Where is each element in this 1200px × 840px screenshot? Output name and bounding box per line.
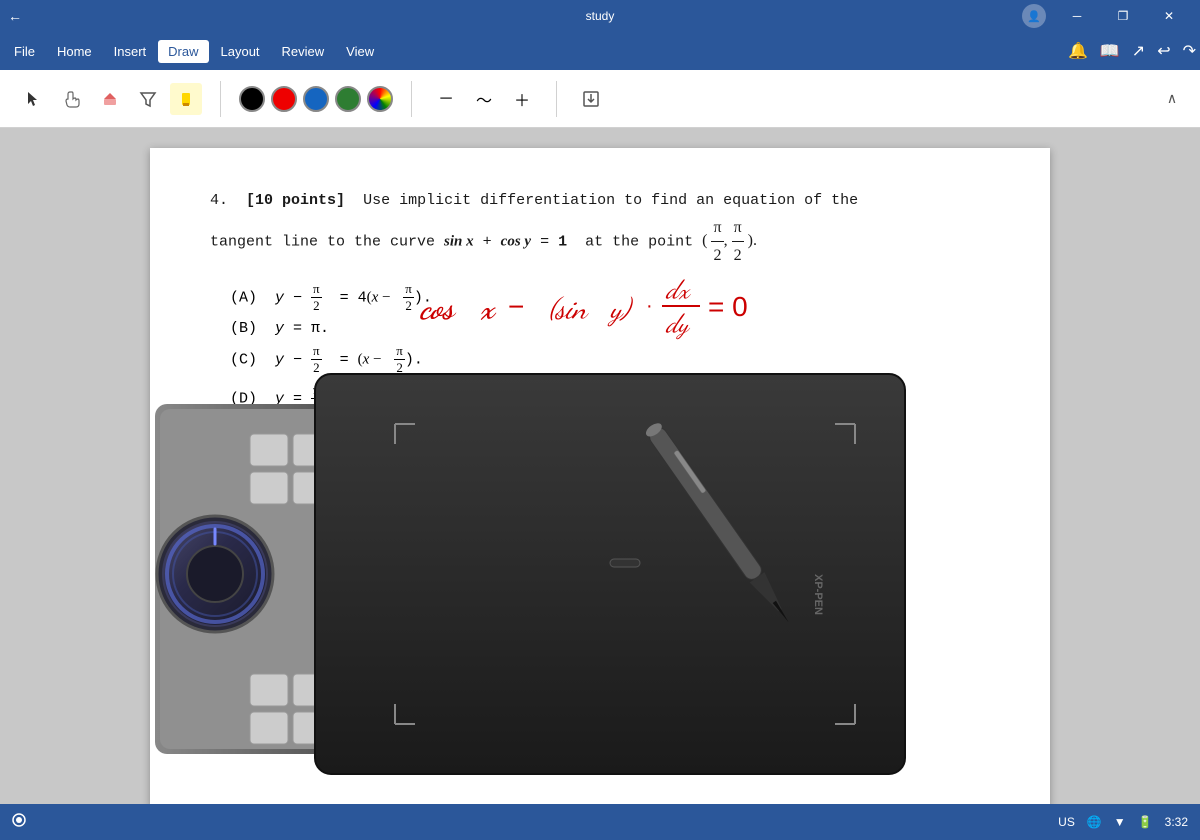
points-label: [10 points] <box>246 192 345 209</box>
window-title: study <box>586 9 615 23</box>
clock: 3:32 <box>1165 815 1188 829</box>
svg-text:y): y) <box>607 291 634 327</box>
collapse-ribbon-button[interactable]: ∧ <box>1156 83 1188 115</box>
svg-text:·: · <box>646 295 653 317</box>
eraser-tool[interactable] <box>94 83 126 115</box>
close-button[interactable]: ✕ <box>1146 0 1192 32</box>
wave-tool[interactable]: 〜 <box>468 83 500 115</box>
svg-text:−: − <box>508 291 524 322</box>
svg-text:x: x <box>620 373 633 404</box>
color-green[interactable] <box>335 86 361 112</box>
menu-bar: File Home Insert Draw Layout Review View… <box>0 32 1200 70</box>
share-icon[interactable]: ↗ <box>1132 41 1145 61</box>
toolbar: ─ 〜 ＋ ∧ <box>0 70 1200 128</box>
svg-text:cos: cos <box>575 373 605 404</box>
svg-text:=: = <box>538 391 554 422</box>
undo-icon[interactable]: ↩ <box>1157 41 1170 61</box>
svg-text:x: x <box>480 289 497 327</box>
menu-view[interactable]: View <box>336 40 384 63</box>
svg-text:= 0: = 0 <box>708 291 748 322</box>
color-red[interactable] <box>271 86 297 112</box>
color-multicolor[interactable] <box>367 86 393 112</box>
back-button[interactable]: ← <box>8 8 22 24</box>
plus-tool[interactable]: ＋ <box>506 83 538 115</box>
menu-file[interactable]: File <box>4 40 45 63</box>
handwritten-math-svg: cos x − (sin y) · dx dy = 0 dy dx = cos … <box>390 238 950 578</box>
separator-2 <box>411 81 412 117</box>
line-tool[interactable]: ─ <box>430 83 462 115</box>
user-avatar[interactable]: 👤 <box>1022 4 1046 28</box>
color-black[interactable] <box>239 86 265 112</box>
color-blue[interactable] <box>303 86 329 112</box>
status-bar: US 🌐 ▼ 🔋 3:32 <box>0 804 1200 840</box>
svg-text:(sin: (sin <box>548 291 589 327</box>
answer-label: Answer: <box>210 446 273 463</box>
window-controls: ─ ❐ ✕ <box>1054 0 1192 32</box>
svg-text:cos: cos <box>419 289 457 327</box>
locale-indicator: US <box>1058 815 1075 829</box>
svg-text:x: x <box>614 407 627 438</box>
filter-tool[interactable] <box>132 83 164 115</box>
redo-icon[interactable]: ↷ <box>1183 41 1196 61</box>
hand-tool[interactable] <box>56 83 88 115</box>
network-icon: 🌐 <box>1087 815 1102 829</box>
separator-3 <box>556 81 557 117</box>
document: 4. [10 points] Use implicit differentiat… <box>150 148 1050 804</box>
svg-text:dy: dy <box>665 309 690 340</box>
document-area: 4. [10 points] Use implicit differentiat… <box>0 128 1200 804</box>
title-bar: ← study 👤 ─ ❐ ✕ <box>0 0 1200 32</box>
separator-1 <box>220 81 221 117</box>
answer-box[interactable] <box>281 435 361 475</box>
svg-text:dx: dx <box>665 275 691 306</box>
svg-text:= 0: = 0 <box>780 446 835 489</box>
notification-icon[interactable]: 🔔 <box>1068 41 1088 61</box>
cursor-tool[interactable] <box>18 83 50 115</box>
menu-layout[interactable]: Layout <box>211 40 270 63</box>
menu-draw[interactable]: Draw <box>158 40 208 63</box>
export-tool[interactable] <box>575 83 607 115</box>
minimize-button[interactable]: ─ <box>1054 0 1100 32</box>
restore-button[interactable]: ❐ <box>1100 0 1146 32</box>
record-indicator <box>12 813 26 832</box>
menu-home[interactable]: Home <box>47 40 102 63</box>
problem-statement: 4. [10 points] Use implicit differentiat… <box>210 188 990 214</box>
reading-icon[interactable]: 📖 <box>1100 41 1120 61</box>
menu-insert[interactable]: Insert <box>104 40 157 63</box>
highlighter-tool[interactable] <box>170 83 202 115</box>
signal-icon: ▼ <box>1114 815 1126 829</box>
battery-icon: 🔋 <box>1138 815 1153 829</box>
svg-text:dx: dx <box>489 407 517 441</box>
svg-text:sin: sin <box>575 407 605 438</box>
svg-text:dy: dy <box>489 372 516 406</box>
menu-review[interactable]: Review <box>272 40 335 63</box>
